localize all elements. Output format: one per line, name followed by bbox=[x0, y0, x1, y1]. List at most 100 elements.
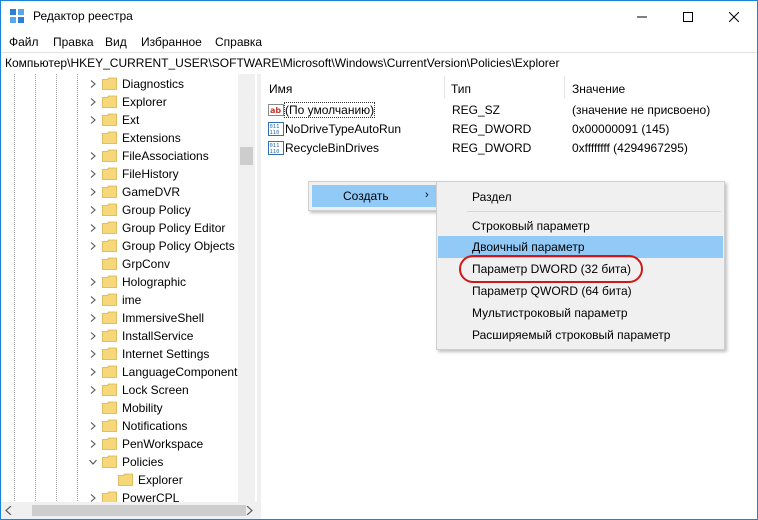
chevron-right-icon[interactable] bbox=[89, 170, 97, 178]
tree-item-label: Ext bbox=[122, 113, 140, 127]
submenu-expandable-string-value[interactable]: Расширяемый строковый параметр bbox=[438, 324, 723, 346]
tree-item[interactable]: PenWorkspace bbox=[1, 435, 237, 453]
tree-item[interactable]: ImmersiveShell bbox=[1, 309, 237, 327]
binary-value-icon: 011110 bbox=[268, 141, 284, 155]
value-name: (По умолчанию) bbox=[283, 102, 376, 118]
address-bar[interactable]: Компьютер\HKEY_CURRENT_USER\SOFTWARE\Mic… bbox=[1, 52, 757, 75]
tree-item-label: PenWorkspace bbox=[122, 437, 204, 451]
submenu-item-label: Раздел bbox=[472, 190, 512, 204]
title-bar[interactable]: Редактор реестра bbox=[1, 1, 757, 32]
chevron-right-icon[interactable] bbox=[89, 242, 97, 250]
folder-icon bbox=[102, 437, 117, 450]
tree-item-label: ImmersiveShell bbox=[122, 311, 205, 325]
tree-scroll-thumb[interactable] bbox=[240, 147, 253, 165]
tree-item[interactable]: Policies bbox=[1, 453, 237, 471]
registry-editor-window: Редактор реестра Файл Правка Вид Избранн… bbox=[0, 0, 758, 520]
folder-icon bbox=[102, 419, 117, 432]
column-header-type[interactable]: Тип bbox=[451, 82, 471, 96]
tree-item[interactable]: FileAssociations bbox=[1, 147, 237, 165]
column-header-value[interactable]: Значение bbox=[572, 82, 625, 96]
tree-pane[interactable]: Diagnostics Explorer Ext Extensions FileAsso… bbox=[1, 74, 257, 519]
chevron-right-icon[interactable] bbox=[89, 296, 97, 304]
tree-item[interactable]: GameDVR bbox=[1, 183, 237, 201]
column-separator[interactable] bbox=[444, 76, 445, 98]
tree-item-label: ime bbox=[122, 293, 142, 307]
submenu-qword-value[interactable]: Параметр QWORD (64 бита) bbox=[438, 280, 723, 302]
chevron-right-icon[interactable] bbox=[89, 116, 97, 124]
scroll-left-icon[interactable] bbox=[5, 506, 13, 515]
close-button[interactable] bbox=[711, 1, 757, 32]
tree-item[interactable]: Group Policy bbox=[1, 201, 237, 219]
chevron-right-icon[interactable] bbox=[89, 350, 97, 358]
tree-item[interactable]: Notifications bbox=[1, 417, 237, 435]
tree-item[interactable]: Group Policy Objects bbox=[1, 237, 237, 255]
submenu-separator bbox=[467, 211, 721, 212]
tree-item[interactable]: Explorer bbox=[1, 93, 237, 111]
tree-item-label: Mobility bbox=[122, 401, 163, 415]
chevron-right-icon[interactable] bbox=[89, 386, 97, 394]
folder-icon bbox=[102, 167, 117, 180]
chevron-right-icon[interactable] bbox=[89, 368, 97, 376]
tree-item[interactable]: Ext bbox=[1, 111, 237, 129]
context-menu: Создать › bbox=[308, 181, 440, 211]
menu-favorites[interactable]: Избранное bbox=[141, 35, 202, 49]
chevron-right-icon[interactable] bbox=[89, 152, 97, 160]
maximize-button[interactable] bbox=[665, 1, 711, 32]
chevron-right-icon[interactable] bbox=[89, 188, 97, 196]
menu-view[interactable]: Вид bbox=[105, 35, 127, 49]
tree-item[interactable]: Explorer bbox=[1, 471, 237, 489]
tree-item[interactable]: Diagnostics bbox=[1, 75, 237, 93]
chevron-right-icon[interactable] bbox=[89, 206, 97, 214]
tree-item[interactable]: Group Policy Editor bbox=[1, 219, 237, 237]
tree-item[interactable]: Holographic bbox=[1, 273, 237, 291]
menu-help[interactable]: Справка bbox=[215, 35, 262, 49]
submenu-item-label: Двоичный параметр bbox=[472, 240, 585, 254]
tree-item-label: Group Policy Editor bbox=[122, 221, 226, 235]
list-row[interactable]: 011 110 NoDriveTypeAutoRun REG_DWORD 0x00000… bbox=[261, 120, 757, 138]
menu-edit[interactable]: Правка bbox=[53, 35, 94, 49]
chevron-right-icon[interactable] bbox=[89, 314, 97, 322]
value-type: REG_SZ bbox=[452, 103, 501, 117]
address-input[interactable]: Компьютер\HKEY_CURRENT_USER\SOFTWARE\Mic… bbox=[5, 56, 559, 70]
folder-icon bbox=[102, 329, 117, 342]
chevron-right-icon[interactable] bbox=[89, 80, 97, 88]
chevron-right-icon[interactable] bbox=[89, 224, 97, 232]
column-header-name[interactable]: Имя bbox=[269, 82, 292, 96]
chevron-down-icon[interactable] bbox=[89, 458, 97, 466]
folder-icon bbox=[102, 77, 117, 90]
submenu-key[interactable]: Раздел bbox=[438, 186, 723, 208]
submenu-string-value[interactable]: Строковый параметр bbox=[438, 215, 723, 237]
minimize-button[interactable] bbox=[619, 1, 665, 32]
submenu-multistring-value[interactable]: Мультистроковый параметр bbox=[438, 302, 723, 324]
tree-item-label: Policies bbox=[122, 455, 164, 469]
svg-text:110: 110 bbox=[270, 130, 280, 136]
chevron-right-icon[interactable] bbox=[89, 98, 97, 106]
chevron-right-icon[interactable] bbox=[89, 422, 97, 430]
menu-bar: Файл Правка Вид Избранное Справка bbox=[1, 32, 757, 52]
tree-item[interactable]: LanguageComponent bbox=[1, 363, 237, 381]
chevron-right-icon[interactable] bbox=[89, 440, 97, 448]
svg-text:ab: ab bbox=[270, 106, 281, 115]
scroll-right-icon[interactable] bbox=[245, 506, 253, 515]
tree-vertical-scrollbar[interactable] bbox=[238, 74, 255, 502]
tree-item[interactable]: FileHistory bbox=[1, 165, 237, 183]
folder-icon bbox=[102, 131, 117, 144]
list-row[interactable]: 011 110 RecycleBinDrives REG_DWORD 0xfffffff… bbox=[261, 139, 757, 157]
chevron-right-icon[interactable] bbox=[89, 332, 97, 340]
tree-item[interactable]: Internet Settings bbox=[1, 345, 237, 363]
chevron-right-icon[interactable] bbox=[89, 494, 97, 502]
chevron-right-icon[interactable] bbox=[89, 278, 97, 286]
tree-horizontal-scroll-thumb[interactable] bbox=[32, 505, 246, 516]
tree-item-label: GrpConv bbox=[122, 257, 171, 271]
maximize-icon bbox=[683, 11, 693, 22]
tree-item[interactable]: ime bbox=[1, 291, 237, 309]
tree-item[interactable]: GrpConv bbox=[1, 255, 237, 273]
tree-item[interactable]: InstallService bbox=[1, 327, 237, 345]
menu-file[interactable]: Файл bbox=[9, 35, 39, 49]
tree-item-label: Explorer bbox=[138, 473, 183, 487]
column-separator[interactable] bbox=[564, 76, 565, 98]
tree-item[interactable]: Mobility bbox=[1, 399, 237, 417]
tree-item[interactable]: Lock Screen bbox=[1, 381, 237, 399]
list-row[interactable]: ab (По умолчанию) REG_SZ (значение не присв… bbox=[261, 101, 757, 119]
tree-item[interactable]: Extensions bbox=[1, 129, 237, 147]
